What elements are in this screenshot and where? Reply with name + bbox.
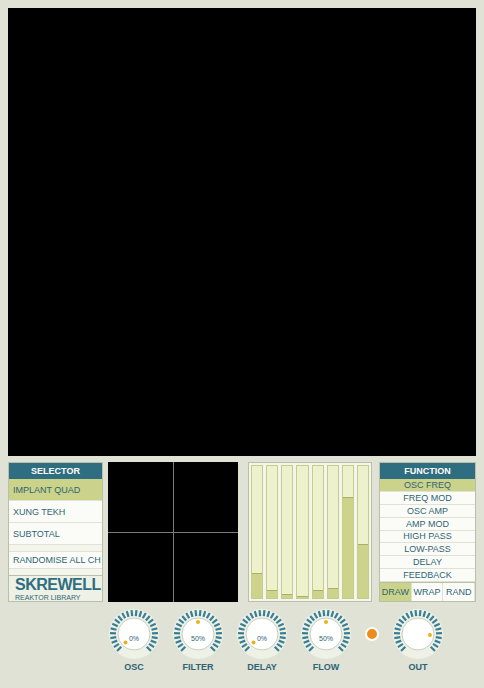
knob-face[interactable]: 0% [236, 608, 288, 660]
controls-row: SELECTORIMPLANT QUADXUNG TEKHSUBTOTAL RAN… [8, 462, 476, 602]
step-bar-fill [358, 544, 368, 598]
knob-reading: 0% [108, 635, 160, 642]
knob-label: OSC [124, 662, 144, 672]
knob-face[interactable]: 50% [172, 608, 224, 660]
knob-reading: 0% [236, 635, 288, 642]
knob-label: DELAY [247, 662, 277, 672]
knob-dial-icon [392, 608, 444, 660]
instrument-panel: SELECTORIMPLANT QUADXUNG TEKHSUBTOTAL RAN… [0, 0, 484, 688]
knob[interactable]: 0% DELAY [234, 608, 290, 672]
step-bars [248, 462, 372, 602]
step-bar[interactable] [312, 465, 324, 599]
knob[interactable]: 50% FLOW [298, 608, 354, 672]
knob-dial-icon [108, 608, 160, 660]
logo-name: SKREWELL [15, 576, 96, 594]
function-item[interactable]: AMP MOD [380, 518, 475, 531]
step-bar-fill [343, 497, 353, 598]
indicator-dot [365, 627, 379, 641]
function-item[interactable]: OSC AMP [380, 505, 475, 518]
step-bar-fill [328, 588, 338, 598]
visual-display [8, 8, 476, 456]
function-item[interactable]: FEEDBACK [380, 569, 475, 582]
xy-pad[interactable] [108, 462, 238, 602]
knob-label: FILTER [183, 662, 214, 672]
knob[interactable]: 0% OSC [106, 608, 162, 672]
knob[interactable]: 50% FILTER [170, 608, 226, 672]
function-item[interactable]: FREQ MOD [380, 492, 475, 505]
mode-button[interactable]: RAND [443, 583, 475, 601]
step-bar[interactable] [327, 465, 339, 599]
randomise-button[interactable]: RANDOMISE ALL CH [9, 551, 102, 569]
step-bar[interactable] [281, 465, 293, 599]
function-item[interactable]: OSC FREQ [380, 479, 475, 492]
step-bar[interactable] [251, 465, 263, 599]
knob-reading: 50% [300, 635, 352, 642]
step-bar[interactable] [357, 465, 369, 599]
step-bar-fill [252, 573, 262, 598]
knob-row: 0% OSC 50% FILTER 0% DELAY 50% FLOW OUT [8, 608, 476, 672]
mode-button[interactable]: DRAW [380, 583, 412, 601]
selector-item[interactable]: XUNG TEKH [9, 501, 102, 523]
knob-face[interactable]: 50% [300, 608, 352, 660]
selector-item[interactable]: IMPLANT QUAD [9, 479, 102, 501]
function-item[interactable]: DELAY [380, 556, 475, 569]
knob-face[interactable]: 0% [108, 608, 160, 660]
step-bar[interactable] [342, 465, 354, 599]
step-bar[interactable] [296, 465, 308, 599]
knob-label: OUT [409, 662, 428, 672]
knob-reading: 50% [172, 635, 224, 642]
out-knob[interactable]: OUT [390, 608, 446, 672]
selector-item[interactable]: SUBTOTAL [9, 523, 102, 545]
step-bar-fill [313, 590, 323, 598]
mode-bar: DRAWWRAPRAND [380, 582, 475, 601]
step-bar-fill [297, 596, 307, 598]
selector-panel: SELECTORIMPLANT QUADXUNG TEKHSUBTOTAL RAN… [8, 462, 103, 602]
selector-header: SELECTOR [9, 463, 102, 479]
knob-face[interactable] [392, 608, 444, 660]
mode-button[interactable]: WRAP [412, 583, 444, 601]
indicator [362, 608, 382, 660]
knob-dial-icon [172, 608, 224, 660]
xy-horizontal-line [108, 532, 238, 533]
knob-dial-icon [236, 608, 288, 660]
function-header: FUNCTION [380, 463, 475, 479]
logo: SKREWELLREAKTOR LIBRARY [9, 575, 102, 601]
knob-label: FLOW [313, 662, 340, 672]
logo-subtitle: REAKTOR LIBRARY [15, 594, 96, 601]
function-panel: FUNCTIONOSC FREQFREQ MODOSC AMPAMP MODHI… [379, 462, 476, 602]
function-item[interactable]: LOW-PASS [380, 543, 475, 556]
step-bar-fill [282, 594, 292, 598]
step-bar-fill [267, 590, 277, 598]
function-item[interactable]: HIGH PASS [380, 531, 475, 544]
step-bar[interactable] [266, 465, 278, 599]
knob-dial-icon [300, 608, 352, 660]
